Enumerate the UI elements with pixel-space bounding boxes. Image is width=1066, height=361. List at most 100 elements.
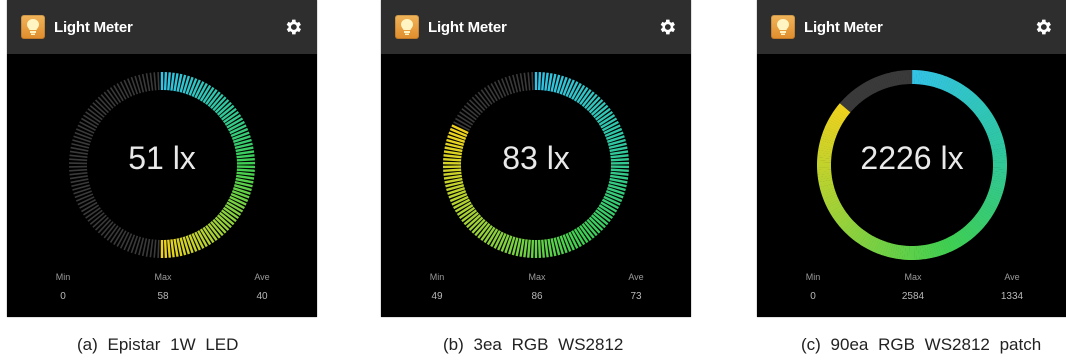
gauge-arc-lit (987, 192, 1002, 200)
gear-icon[interactable] (283, 17, 303, 37)
gauge-arc-lit (974, 105, 988, 116)
gear-icon[interactable] (1033, 17, 1053, 37)
gauge-arc-lit (827, 201, 841, 211)
gauge-arc-lit (952, 234, 962, 248)
gauge-arc-lit (836, 214, 850, 225)
gauge-arc-unlit (875, 76, 884, 91)
stat-ave: Ave 1334 (992, 272, 1032, 302)
gauge-arc-lit (889, 243, 896, 258)
gauge-arc-lit (821, 189, 836, 197)
gauge-arc-lit (852, 227, 863, 241)
gauge-arc-lit (868, 237, 878, 251)
gauge-arc-lit (932, 242, 939, 257)
gauge-tick-unlit (149, 239, 154, 258)
stat-ave-value: 73 (630, 291, 642, 302)
gauge-arc-lit (959, 88, 970, 101)
gauge-arc-lit (984, 199, 998, 209)
gauge-arc-lit (978, 209, 992, 219)
gauge-arc-lit (862, 233, 872, 248)
gauge-arc-lit (850, 226, 862, 239)
gauge-arc-lit (822, 191, 837, 200)
gauge-arc-lit (873, 238, 882, 253)
gauge-arc-lit (832, 208, 846, 219)
gauge-arc-lit (987, 130, 1002, 139)
gauge-arc-lit (930, 72, 937, 87)
gauge-arc-unlit (843, 97, 855, 110)
gauge-arc-unlit (873, 77, 882, 92)
gauge-arc-lit (828, 117, 842, 127)
stat-min-label: Min (805, 272, 821, 282)
gauge-tick-unlit (77, 124, 95, 134)
gauge-tick-lit (537, 72, 542, 91)
gauge-tick-lit (530, 239, 535, 258)
gauge-arc-lit (977, 210, 991, 222)
gauge-tick-unlit (145, 73, 151, 92)
gauge-arc-lit (941, 76, 949, 91)
gauge-arc-lit (875, 239, 883, 254)
gauge-arc-lit (982, 203, 996, 213)
gauge-arc-lit (826, 199, 840, 209)
lightbulb-icon[interactable] (395, 15, 419, 39)
gauge-arc-lit (824, 195, 839, 204)
gauge-arc-lit (977, 109, 991, 120)
gauge-arc-unlit (877, 75, 886, 90)
lightbulb-icon[interactable] (21, 15, 45, 39)
gauge-arc-unlit (868, 79, 878, 93)
gauge-arc-lit (984, 121, 998, 131)
lux-reading: 2226 lx (860, 140, 964, 176)
gauge-arc-lit (946, 79, 956, 93)
gauge-arc-lit (950, 235, 960, 249)
app-bar: Light Meter (757, 0, 1066, 54)
gauge-arc-unlit (846, 94, 858, 107)
lightbulb-icon[interactable] (771, 15, 795, 39)
gauge-arc-lit (978, 111, 992, 122)
gauge-arc-lit (969, 220, 981, 233)
gauge-arc-lit (988, 190, 1003, 197)
gauge-arc-lit (930, 243, 937, 258)
gauge-tick-unlit (531, 72, 534, 91)
gauge-arc-lit (866, 236, 876, 250)
gauge-arc-lit (981, 115, 995, 125)
gauge-arc-lit (938, 240, 947, 255)
stat-min-value: 0 (810, 291, 816, 302)
gauge-tick-unlit (157, 239, 160, 258)
gauge-arc-lit (952, 82, 962, 97)
gauge-arc-lit (827, 119, 841, 129)
gauge-arc-lit (844, 222, 857, 234)
app-bar: Light Meter (7, 0, 317, 54)
stat-max-label: Max (528, 272, 546, 282)
stat-min: Min 0 (793, 272, 833, 302)
gauge-arc-lit (986, 128, 1001, 137)
gauge-arc-lit (948, 236, 958, 250)
gauge-arc-lit (974, 214, 988, 225)
gauge-arc-lit (887, 243, 894, 258)
gauge-arc-lit (954, 83, 964, 98)
gauge-tick-unlit (153, 72, 157, 91)
gauge-arc-lit (972, 101, 985, 113)
gauge-arc-unlit (841, 99, 854, 111)
stat-ave-label: Ave (1004, 272, 1020, 282)
gauge-arc-lit (880, 241, 887, 256)
gear-icon[interactable] (657, 17, 677, 37)
gauge-arc-lit (985, 197, 999, 207)
stat-ave-label: Ave (254, 272, 270, 282)
gauge-tick-lit (523, 239, 528, 258)
gauge-arc-lit (822, 130, 837, 138)
gauge-tick-lit (170, 239, 175, 258)
gauge-arc-lit (969, 97, 982, 110)
gauge-arc-lit (966, 94, 978, 107)
gauge-arc-lit (829, 205, 843, 215)
gauge-arc-unlit (858, 85, 869, 99)
stat-min-value: 49 (431, 291, 443, 302)
stat-min-label: Min (55, 272, 71, 282)
gauge-arc-lit (955, 231, 966, 245)
gauge-arc-lit (976, 107, 989, 118)
gauge-arc-lit (979, 207, 994, 217)
gauge-arc-unlit (866, 80, 876, 94)
gauge-arc-unlit (882, 73, 890, 88)
stat-min-value: 0 (60, 291, 66, 302)
gauge-arc-lit (841, 219, 854, 231)
gauge-arc-lit (846, 223, 858, 236)
gauge-arc-unlit (889, 72, 896, 87)
gauge-arc-unlit (860, 83, 870, 98)
